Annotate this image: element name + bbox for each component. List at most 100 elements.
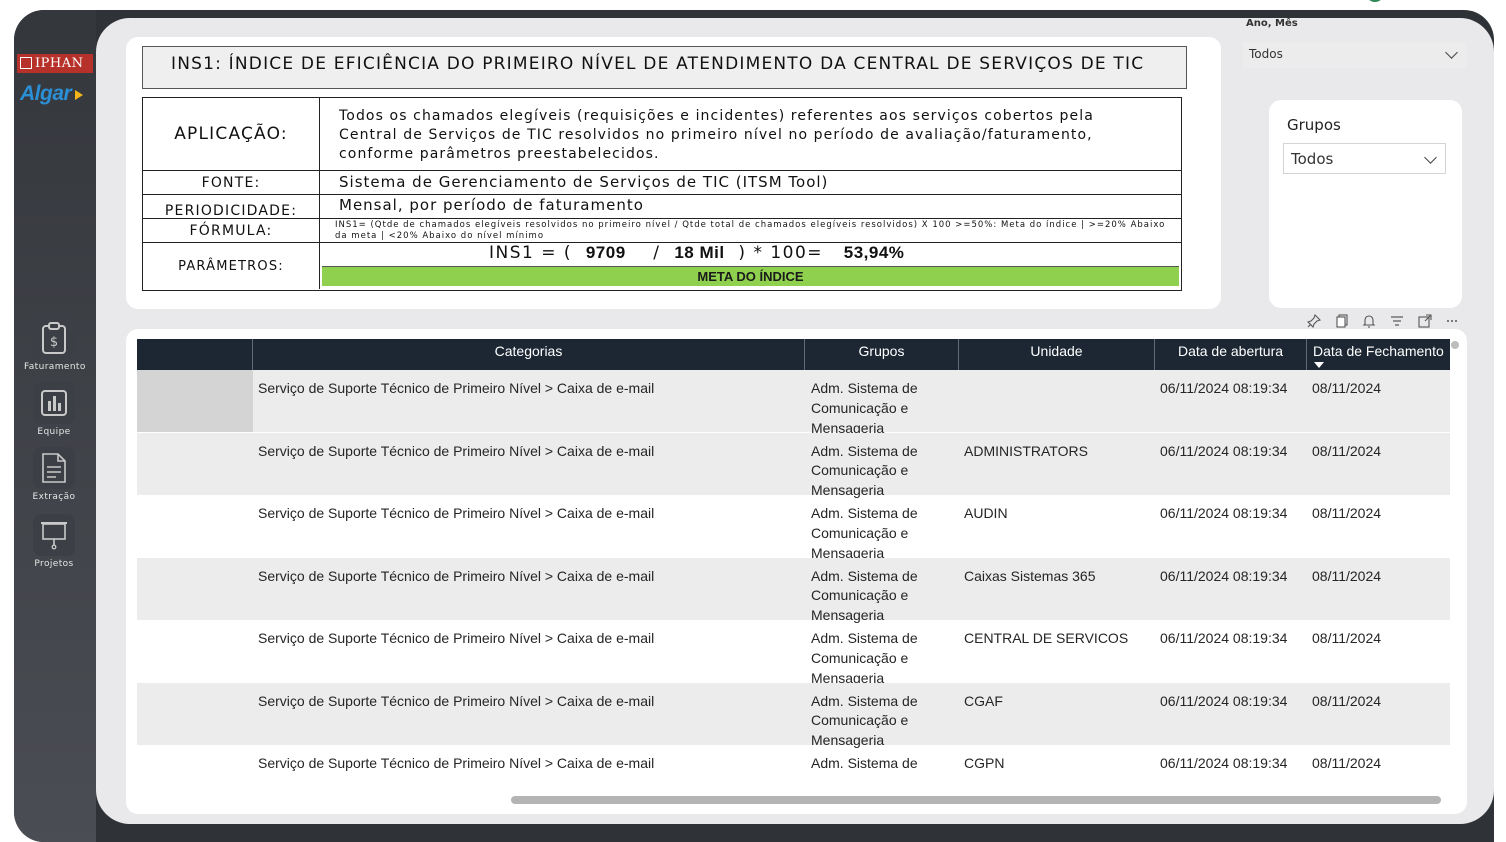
table-card: Categorias Grupos Unidade Data de abertu… xyxy=(126,329,1467,814)
cell-data-fechamento: 08/11/2024 xyxy=(1312,380,1382,396)
nav-projetos[interactable]: Projetos xyxy=(24,514,84,569)
fonte-text: Sistema de Gerenciamento de Serviços de … xyxy=(339,173,829,191)
cell-unidade: ADMINISTRATORS xyxy=(964,442,1088,459)
slicer-grupos-card: Grupos Todos xyxy=(1269,100,1462,308)
parametros-label: PARÂMETROS: xyxy=(143,243,320,289)
cell-grupo: Adm. Sistema de Comunicação e Mensageria xyxy=(811,755,918,771)
chevron-down-icon xyxy=(1445,46,1458,59)
nav-equipe[interactable]: Equipe xyxy=(24,382,84,437)
column-header-blank[interactable] xyxy=(137,339,253,370)
cell-grupo: Adm. Sistema de Comunicação e Mensageria xyxy=(811,567,918,624)
cell-data-fechamento: 08/11/2024 xyxy=(1312,630,1382,646)
eq-result: 53,94% xyxy=(843,243,905,262)
table-row[interactable]: Serviço de Suporte Técnico de Primeiro N… xyxy=(137,557,1450,623)
cell-categoria: Serviço de Suporte Técnico de Primeiro N… xyxy=(258,442,655,459)
formula-text: INS1= (Qtde de chamados elegíveis resolv… xyxy=(335,220,1166,241)
cell-data-abertura: 06/11/2024 08:19:34 xyxy=(1160,442,1288,459)
table-row[interactable]: Serviço de Suporte Técnico de Primeiro N… xyxy=(137,620,1450,686)
more-options-icon[interactable] xyxy=(1438,311,1466,331)
cell-data-fechamento: 08/11/2024 xyxy=(1312,567,1382,584)
fonte-label: FONTE: xyxy=(143,171,320,194)
document-icon[interactable] xyxy=(33,447,75,489)
nav-faturamento[interactable]: $ Faturamento xyxy=(24,317,86,372)
table-row[interactable]: Serviço de Suporte Técnico de Primeiro N… xyxy=(137,370,1450,436)
row-selector-cell[interactable] xyxy=(137,370,253,432)
column-header-data-fechamento[interactable]: Data de Fechamento xyxy=(1307,339,1450,370)
cell-categoria: Serviço de Suporte Técnico de Primeiro N… xyxy=(258,505,655,521)
cell-grupo: Adm. Sistema de Comunicação e Mensageria xyxy=(811,442,918,499)
eq-denominator: 18 Mil xyxy=(674,243,725,262)
table-row[interactable]: Serviço de Suporte Técnico de Primeiro N… xyxy=(137,745,1450,773)
table-row[interactable]: Serviço de Suporte Técnico de Primeiro N… xyxy=(137,682,1450,748)
row-periodicidade: PERIODICIDADE: Mensal, por período de fa… xyxy=(143,195,1181,219)
algar-logo: Algar xyxy=(20,82,84,106)
iphan-logo: IPHAN xyxy=(17,54,93,73)
row-aplicacao: APLICAÇÃO: Todos os chamados elegíveis (… xyxy=(143,98,1181,171)
table-row[interactable]: Serviço de Suporte Técnico de Primeiro N… xyxy=(137,432,1450,498)
slicer-grupos-label: Grupos xyxy=(1287,116,1341,134)
nav-label-extracao: Extração xyxy=(32,492,76,502)
table-body: Serviço de Suporte Técnico de Primeiro N… xyxy=(137,370,1450,773)
cell-grupo: Adm. Sistema de Comunicação e Mensageria xyxy=(811,505,918,561)
bell-icon[interactable] xyxy=(1355,311,1383,331)
cell-categoria: Serviço de Suporte Técnico de Primeiro N… xyxy=(258,567,655,584)
column-header-categorias[interactable]: Categorias xyxy=(253,339,805,370)
eq-divider: / xyxy=(653,243,661,263)
window-top-strip xyxy=(0,0,1506,10)
cell-data-fechamento: 08/11/2024 xyxy=(1312,505,1382,521)
indicator-info-table: APLICAÇÃO: Todos os chamados elegíveis (… xyxy=(142,97,1182,291)
nav-extracao[interactable]: Extração xyxy=(24,447,84,502)
periodicidade-text: Mensal, por período de faturamento xyxy=(339,196,644,214)
aplicacao-text: Todos os chamados elegíveis (requisições… xyxy=(339,108,1094,162)
cell-unidade: CGAF xyxy=(964,692,1003,709)
cell-categoria: Serviço de Suporte Técnico de Primeiro N… xyxy=(258,380,655,396)
row-formula: FÓRMULA: INS1= (Qtde de chamados elegíve… xyxy=(143,219,1181,243)
horizontal-scrollbar[interactable] xyxy=(511,796,1441,804)
slicer-ano-mes-value: Todos xyxy=(1249,47,1283,61)
bar-chart-icon[interactable] xyxy=(33,382,75,424)
meta-status-bar: META DO ÍNDICE xyxy=(322,266,1179,286)
nav-label-faturamento: Faturamento xyxy=(24,362,86,372)
focus-mode-icon[interactable] xyxy=(1411,311,1439,331)
eq-suffix: ) * 100= xyxy=(738,243,824,263)
slicer-grupos-dropdown[interactable]: Todos xyxy=(1283,143,1446,174)
vertical-scrollbar[interactable] xyxy=(1451,341,1459,349)
cell-categoria: Serviço de Suporte Técnico de Primeiro N… xyxy=(258,755,655,771)
indicator-title: INS1: ÍNDICE DE EFICIÊNCIA DO PRIMEIRO N… xyxy=(142,46,1187,89)
cell-data-fechamento: 08/11/2024 xyxy=(1312,692,1382,709)
cell-data-abertura: 06/11/2024 08:19:34 xyxy=(1160,567,1288,584)
row-fonte: FONTE: Sistema de Gerenciamento de Servi… xyxy=(143,171,1181,195)
slicer-ano-mes-label: Ano, Mês xyxy=(1246,18,1298,29)
cell-data-abertura: 06/11/2024 08:19:34 xyxy=(1160,380,1288,396)
table-row[interactable]: Serviço de Suporte Técnico de Primeiro N… xyxy=(137,495,1450,561)
cell-grupo: Adm. Sistema de Comunicação e Mensageria xyxy=(811,630,918,686)
cell-data-abertura: 06/11/2024 08:19:34 xyxy=(1160,505,1288,521)
slicer-grupos-value: Todos xyxy=(1291,150,1334,168)
row-parametros: PARÂMETROS: INS1 = ( 9709 / 18 Mil ) * 1… xyxy=(143,243,1181,289)
aplicacao-label: APLICAÇÃO: xyxy=(143,98,320,170)
dollar-clipboard-icon[interactable]: $ xyxy=(33,317,75,359)
column-header-unidade[interactable]: Unidade xyxy=(959,339,1155,370)
svg-text:$: $ xyxy=(50,335,58,350)
cell-unidade: CGPN xyxy=(964,755,1005,771)
slicer-ano-mes-dropdown[interactable]: Todos xyxy=(1243,42,1466,68)
copy-icon[interactable] xyxy=(1328,311,1356,331)
eq-numerator: 9709 xyxy=(585,243,626,262)
cell-data-abertura: 06/11/2024 08:19:34 xyxy=(1160,755,1288,771)
eq-prefix: INS1 = ( xyxy=(489,243,573,263)
ins1-equation: INS1 = ( 9709 / 18 Mil ) * 100= 53,94% xyxy=(489,243,904,263)
sort-descending-icon xyxy=(1314,362,1324,368)
nav-label-equipe: Equipe xyxy=(37,427,71,437)
filter-icon[interactable] xyxy=(1383,311,1411,331)
cell-data-fechamento: 08/11/2024 xyxy=(1312,442,1382,459)
cell-categoria: Serviço de Suporte Técnico de Primeiro N… xyxy=(258,630,655,646)
column-header-data-abertura[interactable]: Data de abertura xyxy=(1155,339,1307,370)
pin-icon[interactable] xyxy=(1300,311,1328,331)
presentation-board-icon[interactable] xyxy=(33,514,75,556)
column-header-grupos[interactable]: Grupos xyxy=(805,339,959,370)
cell-unidade: CENTRAL DE SERVICOS xyxy=(964,630,1129,646)
cell-grupo: Adm. Sistema de Comunicação e Mensageria xyxy=(811,380,918,436)
nav-label-projetos: Projetos xyxy=(34,559,74,569)
slicer-ano-mes: Ano, Mês Todos xyxy=(1243,12,1466,72)
cell-categoria: Serviço de Suporte Técnico de Primeiro N… xyxy=(258,692,655,709)
